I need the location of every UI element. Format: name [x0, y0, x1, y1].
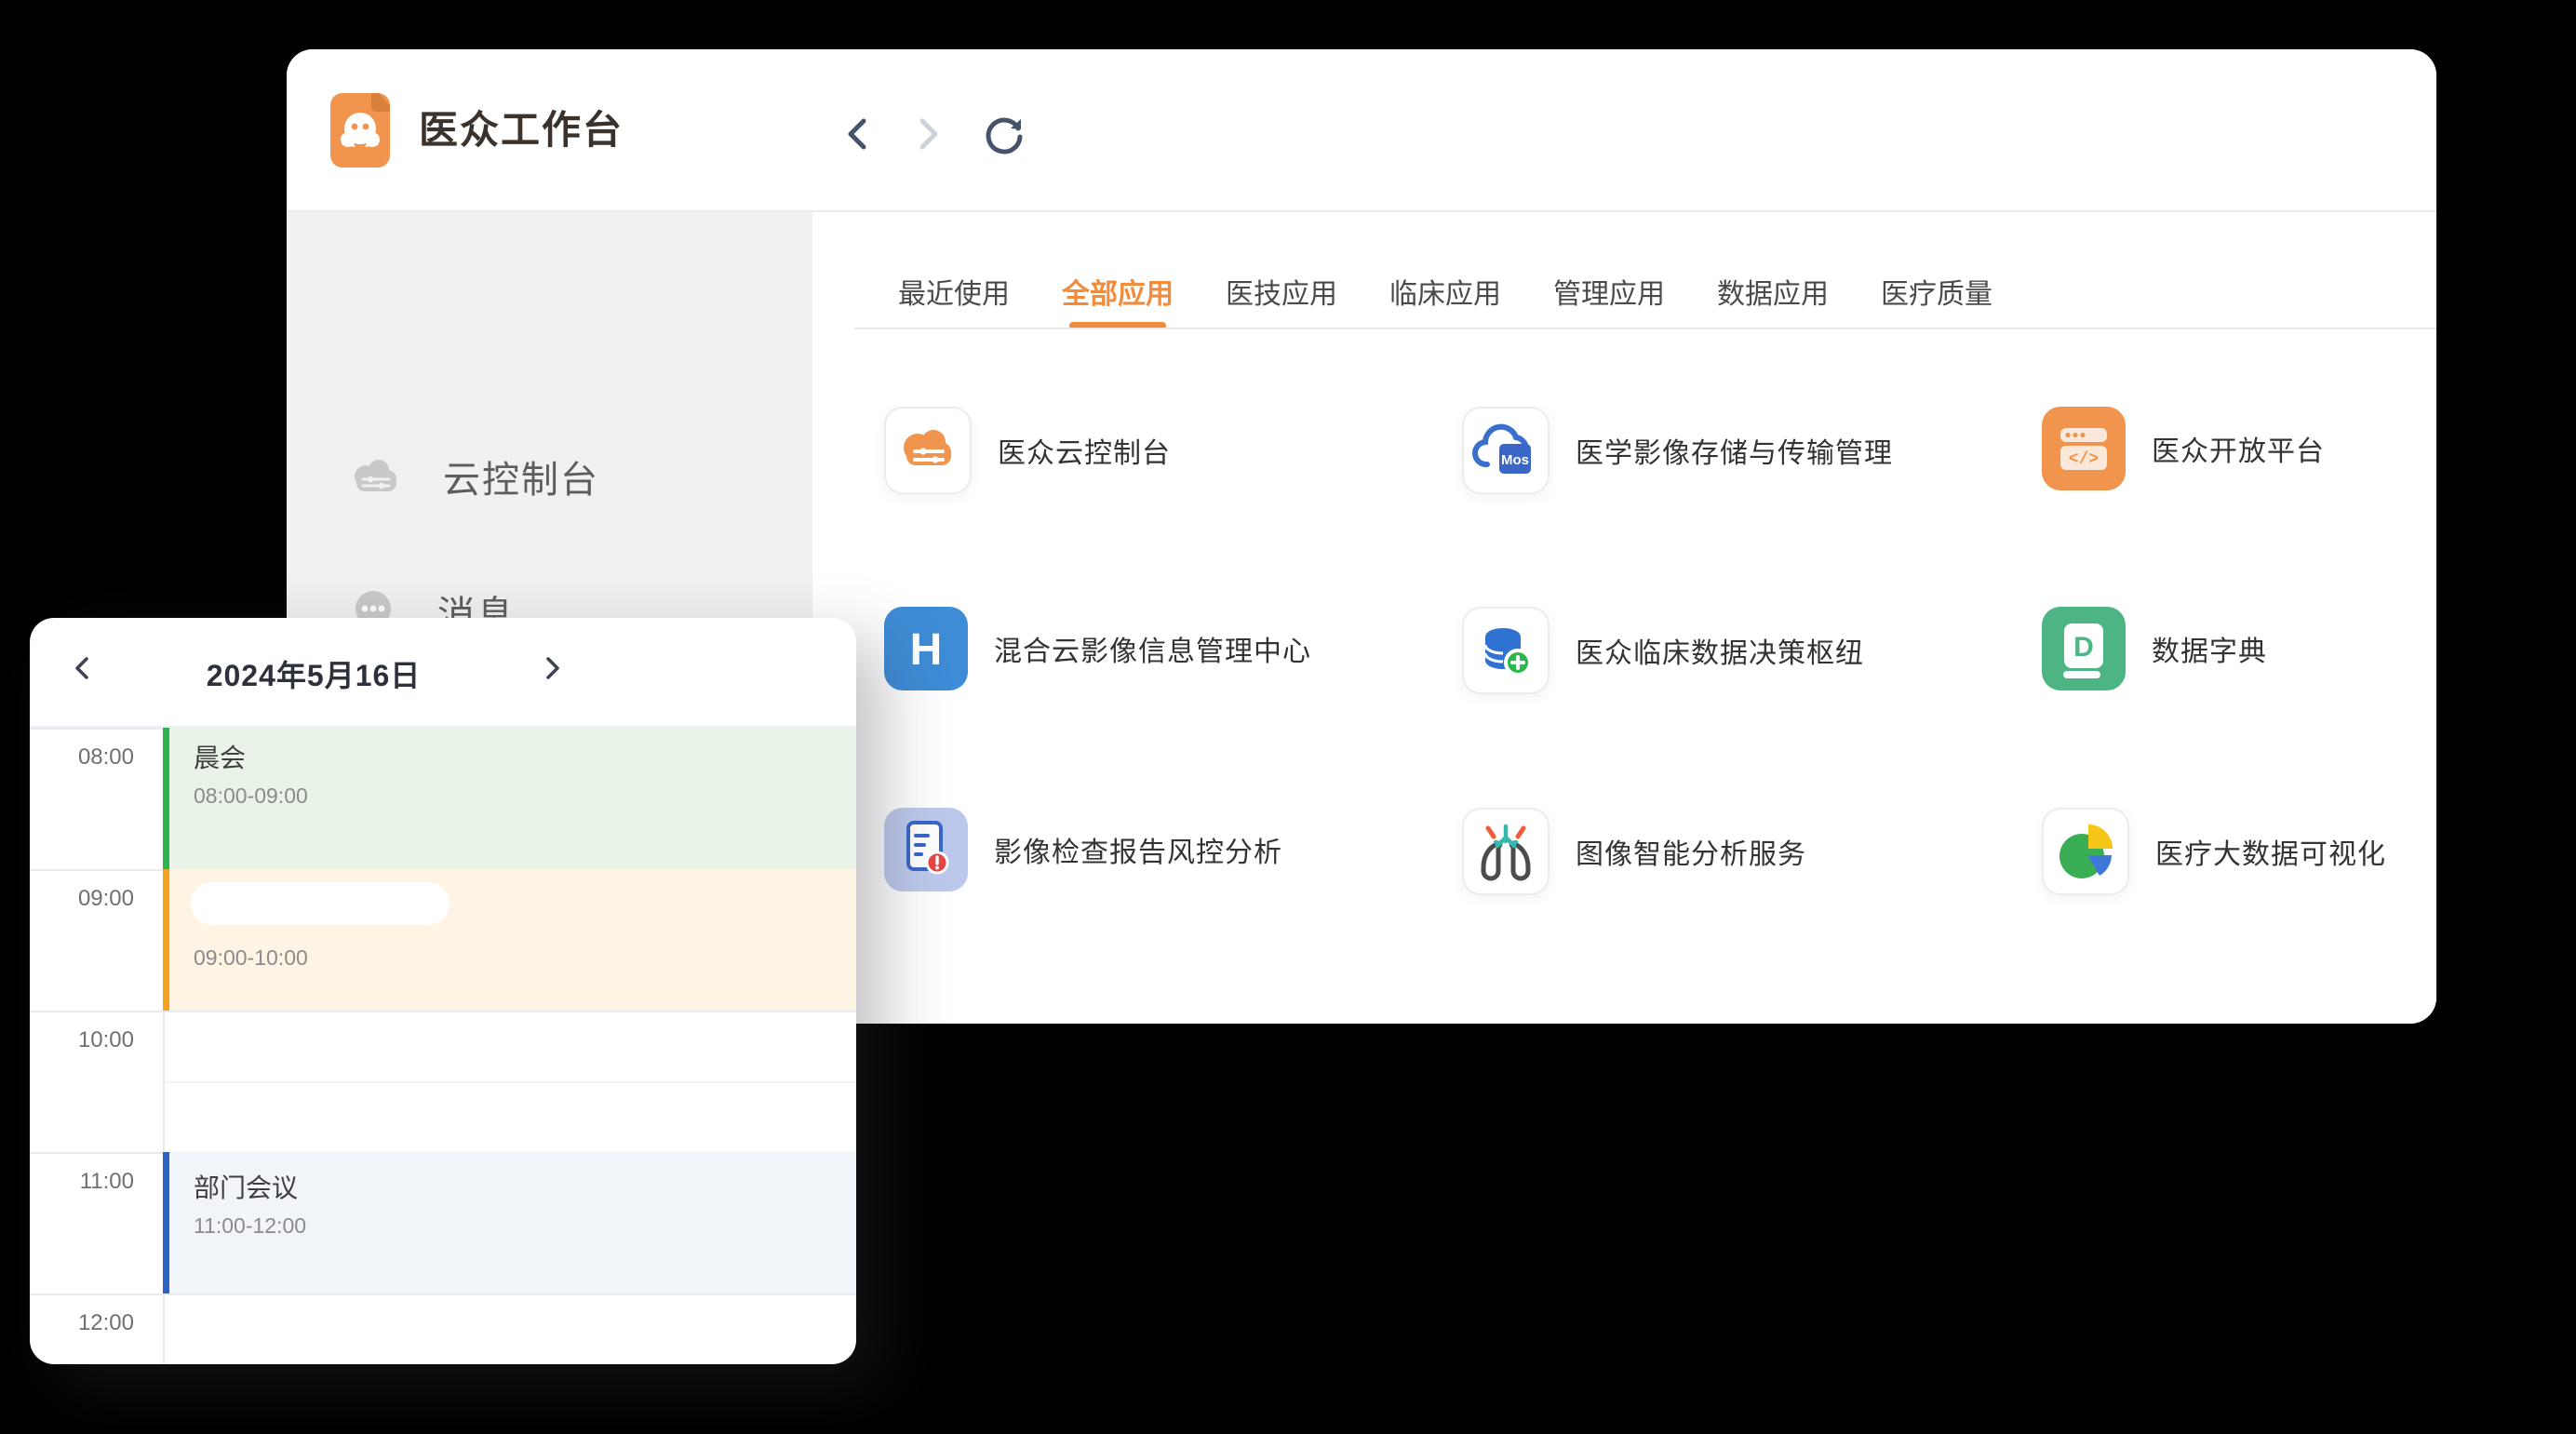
event-color-bar	[163, 1152, 169, 1293]
app-label: 医众云控制台	[998, 430, 1171, 471]
app-hybrid-cloud-center[interactable]: H 混合云影像信息管理中心	[884, 607, 1311, 690]
calendar-day-grid: 08:00 09:00 10:00 11:00 12:00 晨会 08:00-0…	[30, 728, 856, 1364]
refresh-icon	[984, 113, 1026, 155]
main-content: 最近使用 全部应用 医技应用 临床应用 管理应用 数据应用 医疗质量	[812, 212, 2436, 1024]
tab-admin-apps[interactable]: 管理应用	[1553, 279, 1665, 328]
app-label: 混合云影像信息管理中心	[994, 628, 1311, 669]
app-cloud-console[interactable]: 医众云控制台	[884, 407, 1171, 494]
time-label: 12:00	[30, 1310, 134, 1336]
event-color-bar	[163, 869, 169, 1011]
app-label: 数据字典	[2152, 628, 2267, 669]
tab-recent[interactable]: 最近使用	[898, 279, 1010, 328]
app-big-data-visualization[interactable]: 医疗大数据可视化	[2042, 808, 2386, 895]
calendar-prev-button[interactable]	[61, 648, 102, 689]
back-button[interactable]	[836, 112, 880, 156]
calendar-event-morning-meeting[interactable]: 晨会 08:00-09:00	[163, 728, 856, 869]
calendar-date: 2024年5月16日	[141, 652, 486, 695]
tab-medtech-apps[interactable]: 医技应用	[1226, 279, 1337, 328]
chevron-left-icon	[69, 653, 95, 683]
svg-text:</>: </>	[2069, 450, 2099, 469]
calendar-next-button[interactable]	[532, 648, 573, 689]
forward-button[interactable]	[906, 112, 950, 156]
app-report-risk-analysis[interactable]: 影像检查报告风控分析	[884, 808, 1282, 891]
screen-background: 医众工作台	[0, 0, 2576, 1434]
clinical-database-icon	[1464, 609, 1548, 692]
refresh-button[interactable]	[983, 112, 1027, 156]
app-logo-icon	[330, 93, 390, 168]
app-label: 医众临床数据决策枢纽	[1576, 630, 1864, 671]
event-color-bar	[163, 728, 169, 869]
event-time: 09:00-10:00	[194, 944, 308, 972]
app-label: 医众开放平台	[2152, 428, 2325, 469]
time-label: 10:00	[30, 1027, 134, 1053]
chevron-right-icon	[909, 114, 946, 154]
tab-data-apps[interactable]: 数据应用	[1717, 279, 1829, 328]
tab-all-apps[interactable]: 全部应用	[1062, 279, 1174, 328]
window-title: 医众工作台	[419, 108, 624, 153]
svg-text:Mos: Mos	[1501, 452, 1529, 468]
app-label: 图像智能分析服务	[1576, 831, 1806, 872]
cloud-console-icon	[886, 409, 970, 492]
cloud-settings-icon	[350, 456, 402, 497]
calendar-event-redacted[interactable]: 09:00-10:00	[163, 869, 856, 1011]
tab-quality[interactable]: 医疗质量	[1881, 279, 1992, 328]
tab-bar: 最近使用 全部应用 医技应用 临床应用 管理应用 数据应用 医疗质量	[898, 279, 1992, 328]
pie-chart-icon	[2044, 810, 2127, 893]
event-time: 08:00-09:00	[194, 782, 308, 810]
chevron-right-icon	[540, 653, 566, 683]
app-label: 医学影像存储与传输管理	[1576, 430, 1893, 471]
time-label: 11:00	[30, 1169, 134, 1195]
report-risk-icon	[884, 808, 968, 891]
half-hour-line	[163, 1081, 856, 1083]
tab-clinical-apps[interactable]: 临床应用	[1389, 279, 1501, 328]
app-data-dictionary[interactable]: D 数据字典	[2042, 607, 2267, 690]
svg-text:D: D	[2073, 632, 2094, 663]
hour-line	[30, 1011, 856, 1012]
app-label: 影像检查报告风控分析	[994, 829, 1282, 870]
hour-line	[30, 1293, 856, 1295]
sidebar-item-label: 云控制台	[443, 449, 599, 503]
cloud-mos-icon: Mos	[1464, 409, 1548, 492]
redacted-event-title	[191, 882, 449, 925]
calendar-panel: 2024年5月16日 08:00 09:00 10:00 11:00 12:00	[30, 618, 856, 1364]
lungs-ai-icon	[1464, 810, 1548, 893]
calendar-header: 2024年5月16日	[30, 618, 856, 728]
sidebar-item-cloud-console[interactable]: 云控制台	[350, 449, 599, 503]
calendar-event-department-meeting[interactable]: 部门会议 11:00-12:00	[163, 1152, 856, 1293]
chevron-left-icon	[839, 114, 877, 154]
app-open-platform[interactable]: </> 医众开放平台	[2042, 407, 2325, 490]
app-medical-image-pacs[interactable]: Mos 医学影像存储与传输管理	[1462, 407, 1893, 494]
app-clinical-data-hub[interactable]: 医众临床数据决策枢纽	[1462, 607, 1864, 694]
data-dictionary-book-icon: D	[2042, 607, 2126, 690]
open-platform-code-icon: </>	[2042, 407, 2126, 490]
time-label: 09:00	[30, 886, 134, 912]
svg-text:H: H	[910, 625, 943, 675]
event-title: 晨会	[194, 743, 246, 774]
hybrid-cloud-h-icon: H	[884, 607, 968, 690]
window-header: 医众工作台	[287, 49, 2436, 212]
event-time: 11:00-12:00	[194, 1212, 306, 1240]
app-image-ai-service[interactable]: 图像智能分析服务	[1462, 808, 1806, 895]
app-label: 医疗大数据可视化	[2155, 831, 2386, 872]
event-title: 部门会议	[194, 1173, 298, 1204]
time-label: 08:00	[30, 744, 134, 771]
tab-divider	[854, 328, 2436, 329]
